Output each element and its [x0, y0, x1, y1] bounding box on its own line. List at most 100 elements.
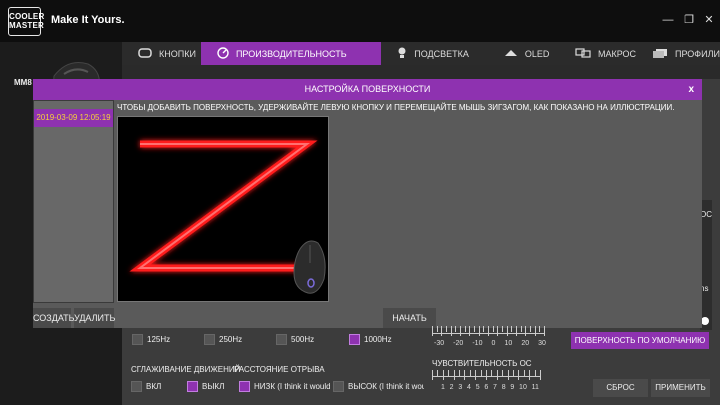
start-button[interactable]: НАЧАТЬ — [383, 308, 436, 328]
slider-tick — [483, 326, 485, 332]
slider-tick — [507, 370, 509, 380]
delete-surface-button[interactable]: УДАЛИТЬ — [74, 308, 115, 328]
surface-list-item[interactable]: 2019-03-09 12:05:19 — [34, 109, 113, 127]
slider-tick — [432, 326, 433, 336]
cooler-master-logo: COOLER MASTER — [8, 7, 44, 36]
tab-macro[interactable]: МАКРОС — [553, 42, 636, 65]
sensitivity-tick-label: 10 — [519, 384, 527, 391]
profiles-icon — [652, 48, 668, 60]
slider-tick — [516, 326, 517, 336]
slider-tick — [446, 326, 447, 332]
reset-button[interactable]: СБРОС — [593, 379, 648, 397]
sensitivity-slider-labels: 1 2 3 4 5 6 7 8 9 10 11 — [441, 384, 539, 391]
slider-tick — [520, 326, 522, 332]
sensitivity-tick-label: 3 — [458, 384, 463, 391]
slider-tick — [442, 370, 444, 380]
angle-tick-label: -20 — [453, 340, 464, 347]
lift-off-high-label: ВЫСОК (I think it wou — [348, 382, 424, 391]
surface-default-button[interactable]: ПОВЕРХНОСТЬ ПО УМОЛЧАНИЮ — [571, 332, 709, 349]
restore-icon[interactable]: ❐ — [682, 13, 696, 27]
slider-tick — [475, 370, 477, 380]
slider-tick — [502, 326, 503, 332]
polling-1000hz-label: 1000Hz — [364, 335, 392, 344]
tab-buttons[interactable]: КНОПКИ — [122, 42, 201, 65]
polling-125hz-label: 125Hz — [147, 335, 171, 344]
slider-tick — [441, 326, 443, 336]
mouse-buttons-icon — [138, 47, 152, 60]
slider-tick — [496, 370, 498, 380]
slider-tick — [544, 326, 545, 336]
slider-tick — [469, 370, 471, 376]
polling-125hz-checkbox[interactable] — [132, 334, 143, 345]
slider-tick — [432, 370, 433, 380]
smoothing-title: СГЛАЖИВАНИЕ ДВИЖЕНИЙ — [131, 365, 241, 374]
dialog-title: НАСТРОЙКА ПОВЕРХНОСТИ — [33, 79, 702, 100]
dialog-instruction: ЧТОБЫ ДОБАВИТЬ ПОВЕРХНОСТЬ, УДЕРЖИВАЙТЕ … — [117, 103, 675, 112]
polling-500hz-label: 500Hz — [291, 335, 315, 344]
slider-tick — [492, 326, 494, 332]
slider-tick — [539, 326, 541, 332]
smoothing-off-checkbox[interactable] — [187, 381, 198, 392]
tab-lighting[interactable]: ПОДСВЕТКА — [381, 42, 484, 65]
content-strip — [122, 65, 720, 79]
slider-tick — [486, 370, 487, 380]
slider-tick — [491, 370, 493, 376]
slider-tick — [540, 370, 541, 380]
slider-tick — [464, 370, 466, 380]
sensitivity-tick-label: 4 — [467, 384, 471, 391]
polling-1000hz-checkbox[interactable] — [349, 334, 360, 345]
angle-tick-label: 20 — [521, 340, 530, 347]
slider-tick — [474, 326, 475, 332]
lighting-icon — [397, 47, 407, 61]
angle-tick-label: 0 — [491, 340, 496, 347]
apply-button[interactable]: ПРИМЕНИТЬ — [651, 379, 710, 397]
slider-tick — [497, 326, 499, 336]
minimize-icon[interactable]: — — [661, 13, 675, 27]
polling-250hz-label: 250Hz — [219, 335, 243, 344]
os-sensitivity-slider[interactable] — [432, 370, 541, 382]
slider-tick — [478, 326, 480, 336]
sensitivity-tick-label: 11 — [531, 384, 539, 391]
slider-tick — [534, 326, 536, 336]
tab-label: OLED — [524, 48, 550, 59]
slider-tick — [453, 370, 455, 380]
slider-tick — [437, 370, 439, 376]
slider-knob-icon[interactable] — [701, 317, 709, 325]
tab-profiles[interactable]: ПРОФИЛИ — [636, 42, 720, 65]
lift-off-high-checkbox[interactable] — [333, 381, 344, 392]
lift-off-title: РАССТОЯНИЕ ОТРЫВА — [234, 365, 325, 374]
tab-performance[interactable]: ПРОИЗВОДИТЕЛЬНОСТЬ — [200, 42, 382, 65]
close-icon[interactable]: ✕ — [702, 13, 716, 27]
polling-250hz-checkbox[interactable] — [204, 334, 215, 345]
slider-tick — [502, 370, 504, 376]
polling-500hz-checkbox[interactable] — [276, 334, 287, 345]
angle-snapping-slider[interactable] — [432, 326, 545, 338]
slider-tick — [480, 370, 482, 376]
angle-tick-label: 30 — [538, 340, 546, 347]
sensitivity-tick-label: 2 — [449, 384, 454, 391]
zigzag-illustration — [117, 116, 329, 302]
slider-tick — [518, 370, 520, 380]
slider-tick — [529, 370, 531, 380]
slider-tick — [506, 326, 508, 336]
smoothing-on-label: ВКЛ — [146, 382, 162, 391]
tab-label: ПОДСВЕТКА — [414, 48, 469, 59]
tab-oled[interactable]: OLED — [484, 42, 553, 65]
dialog-close-button[interactable]: x — [688, 79, 694, 100]
sensitivity-tick-label: 7 — [493, 384, 497, 391]
smoothing-on-checkbox[interactable] — [131, 381, 142, 392]
slider-tick — [450, 326, 452, 336]
main-tabs: КНОПКИ ПРОИЗВОДИТЕЛЬНОСТЬ ПОДСВЕТКА OLED… — [122, 42, 720, 65]
slider-tick — [523, 370, 525, 376]
surface-setup-dialog: НАСТРОЙКА ПОВЕРХНОСТИ x 2019-03-09 12:05… — [33, 79, 702, 328]
zigzag-z-icon — [129, 140, 326, 294]
lift-off-low-checkbox[interactable] — [239, 381, 250, 392]
surface-list: 2019-03-09 12:05:19 — [33, 100, 114, 303]
create-surface-button[interactable]: СОЗДАТЬ — [33, 308, 75, 328]
slider-tick — [488, 326, 489, 336]
slider-tick — [530, 326, 531, 332]
slider-tick — [455, 326, 457, 332]
slider-tick — [511, 326, 513, 332]
title-bar: COOLER MASTER Make It Yours. — ❐ ✕ — [0, 0, 720, 42]
slider-tick — [534, 370, 536, 376]
